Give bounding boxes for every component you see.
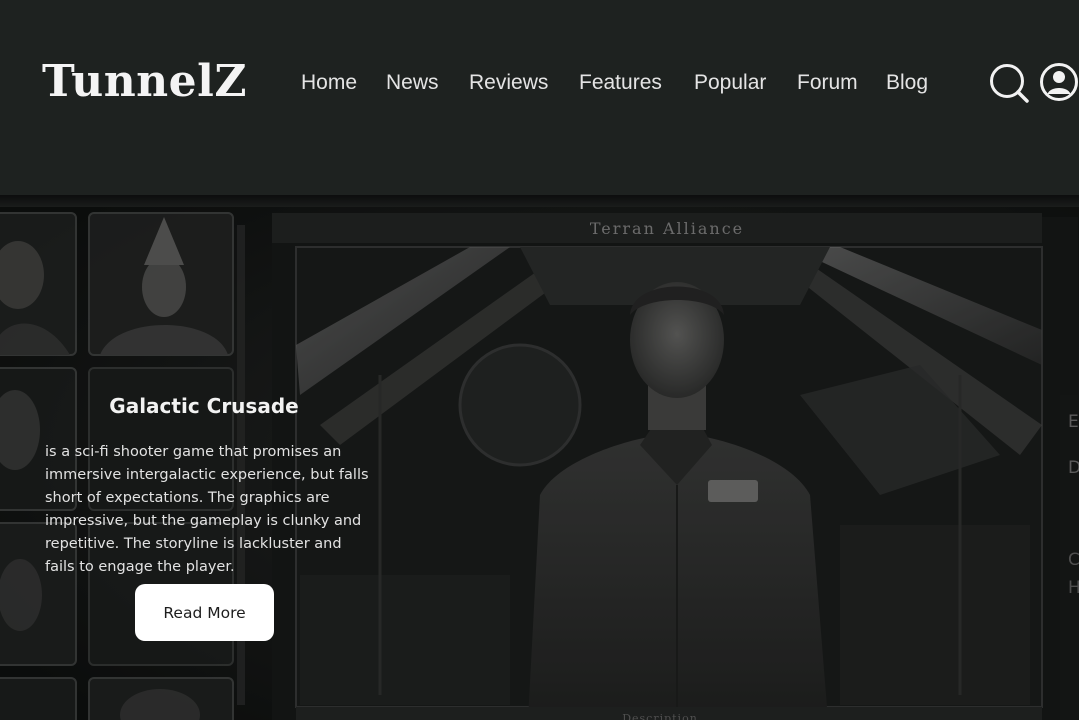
- nav-home[interactable]: Home: [301, 66, 357, 100]
- user-account-icon[interactable]: [1039, 62, 1079, 102]
- review-title: Galactic Crusade: [109, 393, 299, 418]
- nav-forum[interactable]: Forum: [797, 66, 858, 100]
- review-summary: is a sci-fi shooter game that promises a…: [45, 443, 369, 575]
- nav-blog[interactable]: Blog: [886, 66, 928, 100]
- nav-popular[interactable]: Popular: [694, 66, 766, 100]
- site-logo[interactable]: TunnelZ: [42, 55, 247, 109]
- site-header: TunnelZ Home News Reviews Features Popul…: [0, 0, 1079, 195]
- nav-reviews[interactable]: Reviews: [469, 66, 548, 100]
- hero-section: Terran Alliance E D C H Description Gala…: [0, 195, 1079, 720]
- read-more-button[interactable]: Read More: [135, 584, 274, 641]
- header-divider: [0, 195, 1079, 207]
- nav-news[interactable]: News: [386, 66, 439, 100]
- nav-features[interactable]: Features: [579, 66, 662, 100]
- search-icon[interactable]: [988, 62, 1030, 104]
